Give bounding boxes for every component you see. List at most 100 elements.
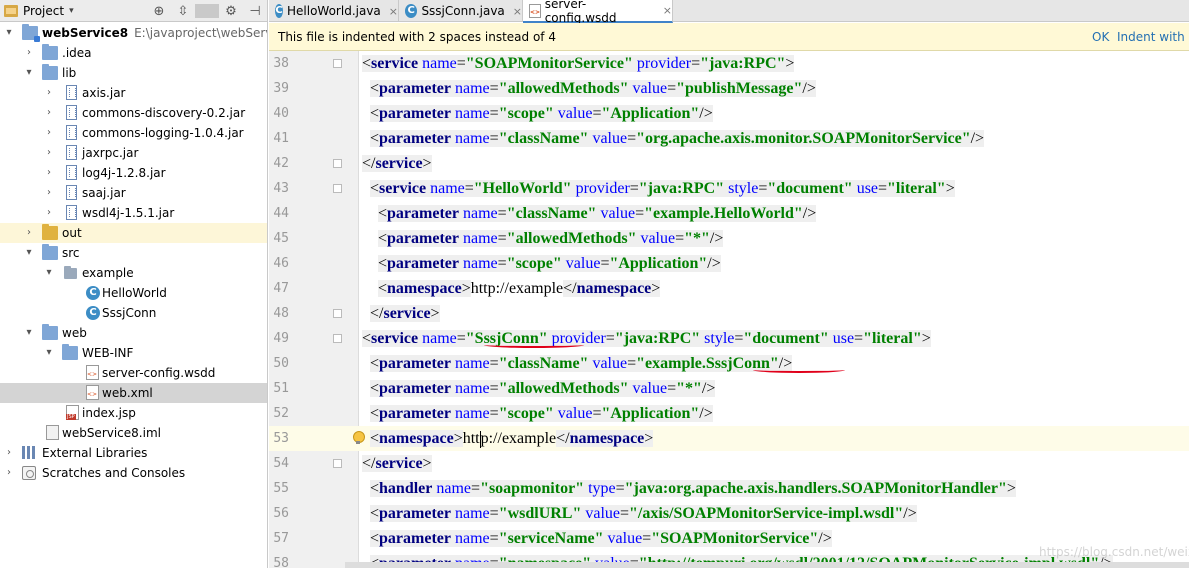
tree-item-web[interactable]: ▾ web	[0, 323, 267, 343]
fold-marker-icon[interactable]	[333, 184, 342, 193]
chevron-right-icon[interactable]: ›	[43, 183, 55, 203]
chevron-right-icon[interactable]: ›	[43, 143, 55, 163]
attribute-value: "org.apache.axis.monitor.SOAPMonitorServ…	[636, 130, 971, 147]
code-line[interactable]: 46 <parameter name="scope" value="Applic…	[269, 251, 1189, 276]
close-icon[interactable]: ×	[663, 4, 672, 17]
tree-item-label: webService8	[42, 26, 129, 40]
fold-marker-icon[interactable]	[333, 59, 342, 68]
tree-item-src[interactable]: ▾ src	[0, 243, 267, 263]
tree-item-saaj-jar[interactable]: › saaj.jar	[0, 183, 267, 203]
chevron-down-icon[interactable]: ▾	[23, 323, 35, 343]
chevron-down-icon[interactable]: ▾	[69, 6, 74, 16]
tree-item-axis-jar[interactable]: › axis.jar	[0, 83, 267, 103]
code-text: <parameter name="allowedMethods" value="…	[362, 76, 816, 101]
tree-item-wsdl4j-jar[interactable]: › wsdl4j-1.5.1.jar	[0, 203, 267, 223]
chevron-right-icon[interactable]: ›	[43, 203, 55, 223]
chevron-down-icon[interactable]: ▾	[3, 23, 15, 43]
tree-item-scratches[interactable]: › Scratches and Consoles	[0, 463, 267, 483]
attribute-equals: =	[497, 255, 507, 272]
tree-item-lib[interactable]: ▾ lib	[0, 63, 267, 83]
code-line[interactable]: 50 <parameter name="className" value="ex…	[269, 351, 1189, 376]
code-line[interactable]: 56 <parameter name="wsdlURL" value="/axi…	[269, 501, 1189, 526]
attribute-equals: =	[456, 55, 466, 72]
code-line[interactable]: 53 <namespace>http://example</namespace>	[269, 426, 1189, 451]
attribute-equals: =	[605, 330, 615, 347]
gear-icon[interactable]: ⚙	[219, 4, 243, 19]
chevron-right-icon[interactable]: ›	[3, 463, 15, 483]
project-view-selector[interactable]: Project	[23, 4, 64, 18]
chevron-down-icon[interactable]: ▾	[23, 243, 35, 263]
line-number: 49	[273, 331, 289, 346]
chevron-right-icon[interactable]: ›	[43, 163, 55, 183]
tag-bracket: </	[370, 305, 384, 322]
fold-marker-icon[interactable]	[333, 159, 342, 168]
code-line[interactable]: 41 <parameter name="className" value="or…	[269, 126, 1189, 151]
tree-item-index-jsp[interactable]: index.jsp	[0, 403, 267, 423]
tree-item-helloworld[interactable]: C HelloWorld	[0, 283, 267, 303]
tree-item-commons-logging-jar[interactable]: › commons-logging-1.0.4.jar	[0, 123, 267, 143]
tree-item-webservice8[interactable]: ▾ webService8 E:\javaproject\webService8	[0, 23, 267, 43]
tree-item-example[interactable]: ▾ example	[0, 263, 267, 283]
code-line[interactable]: 52 <parameter name="scope" value="Applic…	[269, 401, 1189, 426]
tab-sssjconn-java[interactable]: C SssjConn.java ×	[399, 0, 523, 22]
chevron-down-icon[interactable]: ▾	[43, 343, 55, 363]
attribute-value: "publishMessage"	[676, 80, 803, 97]
tag-bracket: <	[378, 280, 388, 297]
tab-server-config-wsdd[interactable]: server-config.wsdd ×	[523, 0, 673, 25]
tree-item-web-xml[interactable]: web.xml	[0, 383, 267, 403]
tree-item-sssjconn[interactable]: C SssjConn	[0, 303, 267, 323]
code-line[interactable]: 48 </service>	[269, 301, 1189, 326]
chevron-right-icon[interactable]: ›	[3, 443, 15, 463]
code-line[interactable]: 47 <namespace>http://example</namespace>	[269, 276, 1189, 301]
indent-notification-bar: This file is indented with 2 spaces inst…	[269, 23, 1189, 72]
tag-bracket: >	[644, 430, 654, 447]
chevron-right-icon[interactable]: ›	[23, 43, 35, 63]
code-text: <parameter name="serviceName" value="SOA…	[362, 526, 832, 551]
hide-panel-icon[interactable]: ⊣	[243, 4, 267, 19]
code-editor[interactable]: 38 <service name="SOAPMonitorService" pro…	[269, 51, 1189, 568]
code-line[interactable]: 44 <parameter name="className" value="ex…	[269, 201, 1189, 226]
code-line[interactable]: 40 <parameter name="scope" value="Applic…	[269, 101, 1189, 126]
code-line[interactable]: 42 </service>	[269, 151, 1189, 176]
tree-item-web-inf[interactable]: ▾ WEB-INF	[0, 343, 267, 363]
chevron-down-icon[interactable]: ▾	[43, 263, 55, 283]
tab-helloworld-java[interactable]: C HelloWorld.java ×	[269, 0, 399, 22]
code-line[interactable]: 54 </service>	[269, 451, 1189, 476]
close-icon[interactable]: ×	[513, 5, 522, 18]
code-line[interactable]: 51 <parameter name="allowedMethods" valu…	[269, 376, 1189, 401]
fold-marker-icon[interactable]	[333, 334, 342, 343]
fold-marker-icon[interactable]	[333, 309, 342, 318]
attribute-name: value	[640, 230, 676, 247]
close-icon[interactable]: ×	[389, 5, 398, 18]
code-line[interactable]: 38 <service name="SOAPMonitorService" pro…	[269, 51, 1189, 76]
java-class-icon: C	[275, 4, 284, 18]
chevron-right-icon[interactable]: ›	[43, 123, 55, 143]
tag-name: parameter	[379, 355, 451, 372]
horizontal-scrollbar[interactable]	[345, 562, 1189, 568]
locate-target-icon[interactable]: ⊕	[147, 4, 171, 19]
tree-item-webservice8-iml[interactable]: webService8.iml	[0, 423, 267, 443]
code-line[interactable]: 43 <service name="HelloWorld" provider="…	[269, 176, 1189, 201]
tree-item-log4j-jar[interactable]: › log4j-1.2.8.jar	[0, 163, 267, 183]
code-line[interactable]: 55 <handler name="soapmonitor" type="jav…	[269, 476, 1189, 501]
code-line[interactable]: 49 <service name="SssjConn" provider="jav…	[269, 326, 1189, 351]
chevron-right-icon[interactable]: ›	[43, 103, 55, 123]
tree-item-jaxrpc-jar[interactable]: › jaxrpc.jar	[0, 143, 267, 163]
tree-item-idea[interactable]: › .idea	[0, 43, 267, 63]
fold-marker-icon[interactable]	[333, 459, 342, 468]
tree-item-out[interactable]: › out	[0, 223, 267, 243]
chevron-down-icon[interactable]: ▾	[23, 63, 35, 83]
tree-item-commons-discovery-jar[interactable]: › commons-discovery-0.2.jar	[0, 103, 267, 123]
chevron-right-icon[interactable]: ›	[23, 223, 35, 243]
collapse-all-icon[interactable]: ⇳	[171, 4, 195, 19]
attribute-name: name	[455, 530, 490, 547]
chevron-right-icon[interactable]: ›	[43, 83, 55, 103]
tag-bracket: <	[378, 255, 388, 272]
tree-item-external-libraries[interactable]: › External Libraries	[0, 443, 267, 463]
attribute-equals: =	[758, 180, 768, 197]
notification-ok-link[interactable]: OK	[1092, 23, 1109, 51]
tree-item-server-config-wsdd[interactable]: server-config.wsdd	[0, 363, 267, 383]
code-line[interactable]: 45 <parameter name="allowedMethods" valu…	[269, 226, 1189, 251]
tag-name: service	[371, 55, 419, 72]
code-line[interactable]: 39 <parameter name="allowedMethods" valu…	[269, 76, 1189, 101]
